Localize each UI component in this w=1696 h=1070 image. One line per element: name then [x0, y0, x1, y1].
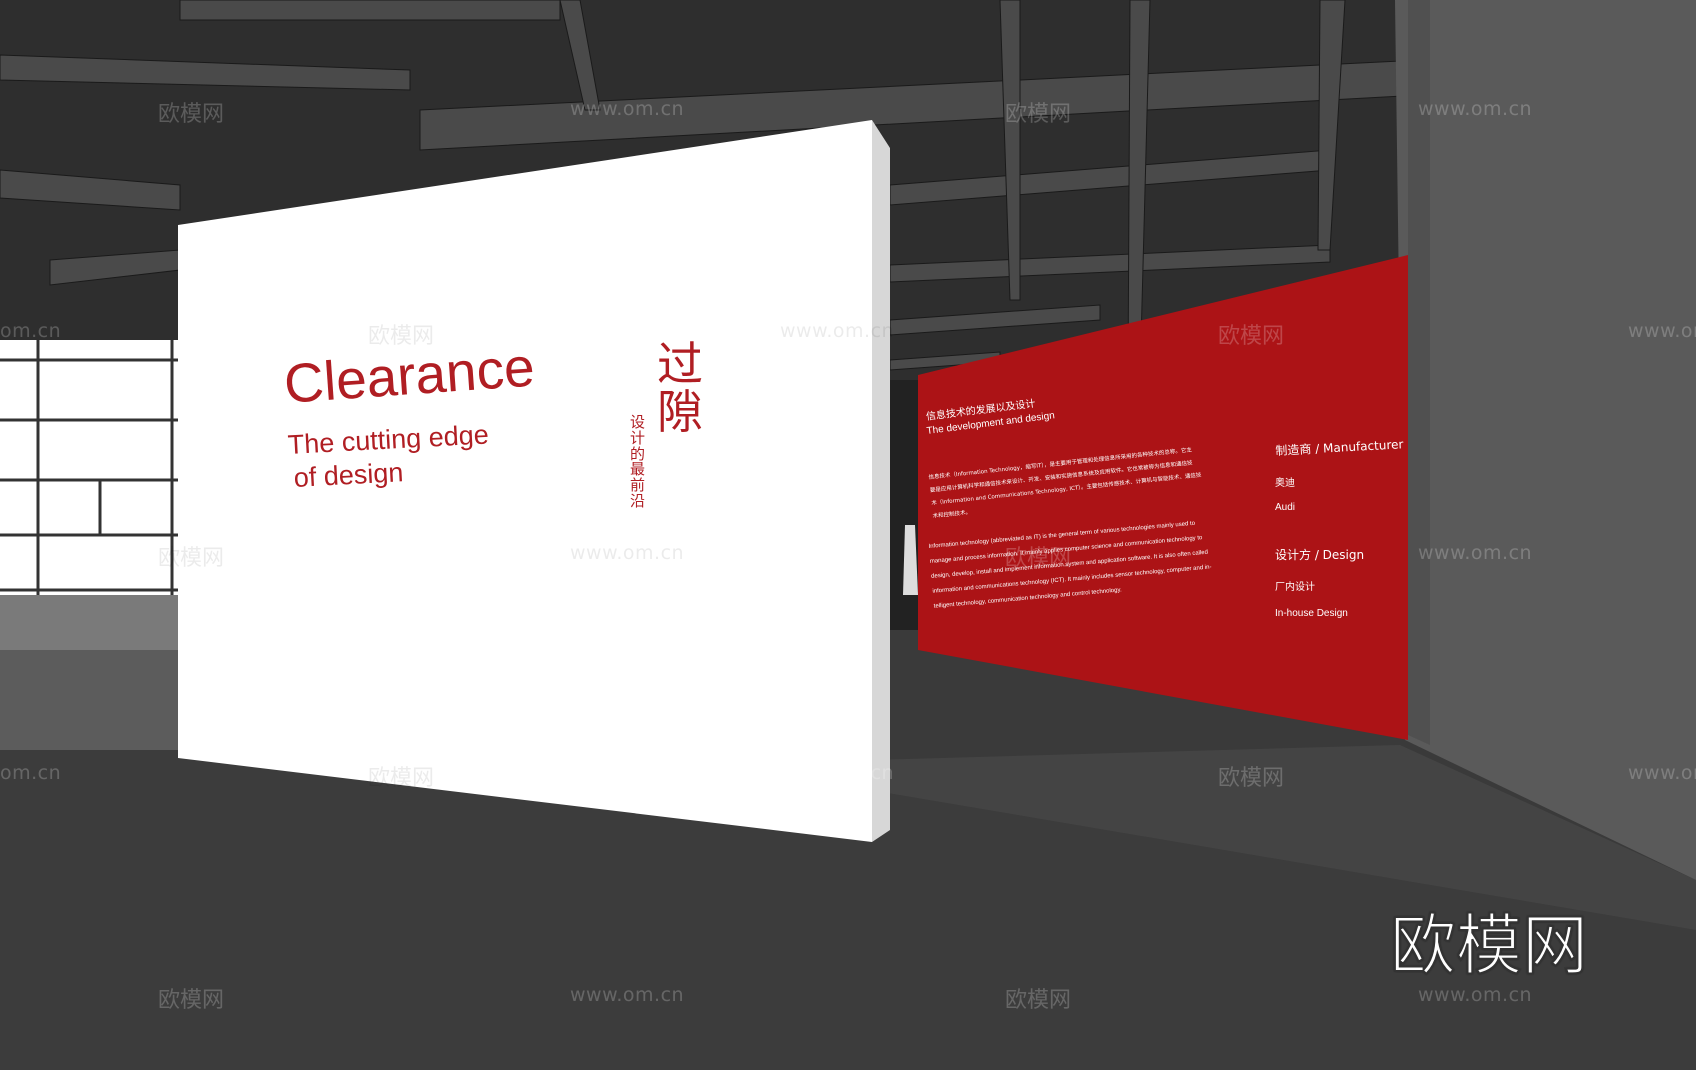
- watermark-url: om.cn: [0, 320, 62, 342]
- watermark-url: www.om.cn: [1628, 762, 1696, 784]
- chinese-title: 过 隙: [657, 340, 703, 437]
- watermark-url: www.om.cn: [780, 320, 895, 342]
- chinese-subtitle-char: 沿: [630, 491, 646, 510]
- manufacturer-en: Audi: [1275, 502, 1296, 513]
- manufacturer-cn: 奥迪: [1275, 478, 1295, 489]
- watermark-logo: 欧模网: [1005, 102, 1072, 127]
- corner-watermark-logo: 欧模网: [1389, 906, 1589, 985]
- watermark-url: om.cn: [0, 762, 62, 784]
- wall-subtitle-line2: of design: [293, 457, 405, 493]
- chinese-subtitle: 设 计 的 最 前 沿: [630, 414, 646, 510]
- watermark-url: www.om.cn: [1418, 98, 1533, 120]
- watermark-logo: 欧模网: [1218, 766, 1285, 791]
- right-wall: [1395, 0, 1696, 880]
- design-cn: 厂内设计: [1275, 582, 1315, 593]
- exhibition-scene: Clearance The cutting edge of design 过 隙…: [0, 0, 1696, 1070]
- railing: [0, 595, 180, 655]
- watermark-logo: 欧模网: [368, 324, 435, 349]
- watermark-logo: 欧模网: [158, 102, 225, 127]
- white-wall-side: [872, 120, 890, 842]
- watermark-logo: 欧模网: [1218, 324, 1285, 349]
- design-label: 设计方 / Design: [1275, 548, 1365, 562]
- watermark-url: www.om.cn: [570, 542, 685, 564]
- watermark-logo: 欧模网: [158, 988, 225, 1013]
- watermark-url: www.om.cn: [570, 98, 685, 120]
- white-wall: [178, 120, 872, 842]
- watermark-logo: 欧模网: [1005, 546, 1072, 571]
- watermark-logo: 欧模网: [158, 546, 225, 571]
- chinese-title-char: 过: [657, 337, 703, 391]
- left-lower-wall: [0, 650, 180, 750]
- watermark-url: www.om.cn: [780, 762, 895, 784]
- watermark-logo: 欧模网: [368, 766, 435, 791]
- watermark-url: www.om.cn: [570, 984, 685, 1006]
- design-en: In-house Design: [1275, 608, 1348, 619]
- watermark-url: www.om.cn: [1418, 542, 1533, 564]
- chinese-title-char: 隙: [657, 385, 703, 440]
- watermark-url: www.om.cn: [1628, 320, 1696, 342]
- watermark-logo: 欧模网: [1005, 988, 1072, 1013]
